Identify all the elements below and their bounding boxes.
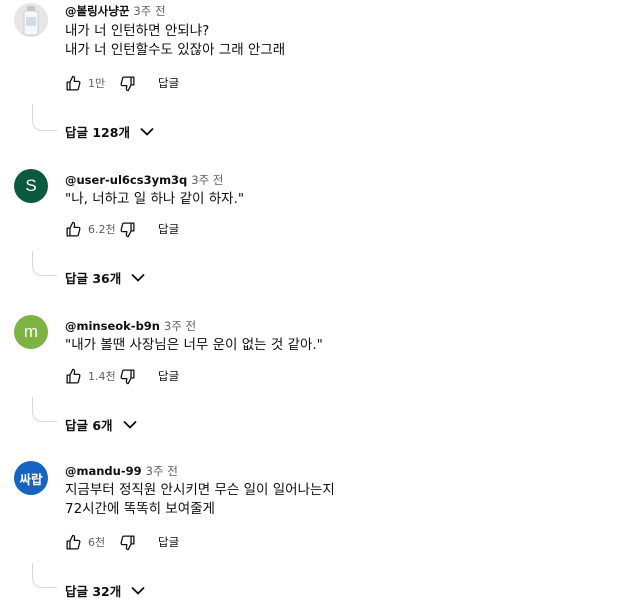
comment-text-line: "나, 너하고 일 하나 같이 하자." xyxy=(65,191,245,207)
thread-line xyxy=(32,251,57,276)
view-replies-button[interactable]: 답글 6개 xyxy=(65,415,137,434)
chevron-down-icon xyxy=(131,273,145,282)
replies-count: 답글 36개 xyxy=(65,271,122,286)
like-count: 1.4천 xyxy=(88,370,116,383)
thumbs-down-icon[interactable] xyxy=(118,220,136,238)
view-replies-button[interactable]: 답글 32개 xyxy=(65,581,145,600)
like-count: 6천 xyxy=(88,536,106,549)
avatar[interactable]: 싸랍 xyxy=(14,461,48,495)
thumbs-up-icon[interactable] xyxy=(64,74,82,92)
avatar-letter: 싸랍 xyxy=(19,472,43,487)
comment-text: "나, 너하고 일 하나 같이 하자." xyxy=(65,190,244,209)
avatar[interactable]: S xyxy=(14,169,48,203)
comment-meta: @minseok-b9n 3주 전 xyxy=(65,318,196,334)
comment-actions: 1.4천 답글 xyxy=(64,366,179,386)
avatar-letter: m xyxy=(23,322,39,341)
thumbs-down-icon[interactable] xyxy=(118,533,136,551)
comment-author[interactable]: @user-ul6cs3ym3q xyxy=(65,173,187,187)
comment-text-line: "내가 볼땐 사장님은 너무 운이 없는 것 같아." xyxy=(65,337,323,353)
thread-line xyxy=(32,397,57,422)
avatar[interactable] xyxy=(14,3,48,37)
comment-text-line: 내가 너 인턴할수도 있잖아 그래 안그래 xyxy=(65,42,286,58)
view-replies-button[interactable]: 답글 128개 xyxy=(65,122,154,141)
comment-text-line: 72시간에 똑똑히 보여줄게 xyxy=(65,501,215,517)
chevron-down-icon xyxy=(122,420,137,429)
avatar-letter: S xyxy=(25,176,37,195)
comment-text: 지금부터 정직원 안시키면 무슨 일이 일어나는지 72시간에 똑똑히 보여줄게 xyxy=(65,481,335,519)
replies-count: 답글 6개 xyxy=(65,418,113,433)
comment-text-line: 지금부터 정직원 안시키면 무슨 일이 일어나는지 xyxy=(65,482,335,498)
thumbs-down-icon[interactable] xyxy=(118,74,136,92)
like-count: 1만 xyxy=(88,77,106,90)
comment-actions: 1만 답글 xyxy=(64,73,179,93)
replies-count: 답글 128개 xyxy=(65,125,130,140)
avatar[interactable]: m xyxy=(14,315,48,349)
thumbs-up-icon[interactable] xyxy=(64,533,82,551)
comment-text-line: 내가 너 인턴하면 안되냐? xyxy=(65,23,210,39)
like-count: 6.2천 xyxy=(88,223,116,236)
comment-text: 내가 너 인턴하면 안되냐? 내가 너 인턴할수도 있잖아 그래 안그래 xyxy=(65,22,285,60)
comment-author[interactable]: @mandu-99 xyxy=(65,464,142,478)
replies-count: 답글 32개 xyxy=(65,584,122,599)
comment-time[interactable]: 3주 전 xyxy=(164,319,196,333)
comment-author[interactable]: @minseok-b9n xyxy=(65,319,160,333)
reply-button[interactable]: 답글 xyxy=(158,368,179,384)
chevron-down-icon xyxy=(131,586,145,595)
thumbs-up-icon[interactable] xyxy=(64,367,82,385)
comment-actions: 6천 답글 xyxy=(64,532,179,552)
comment-meta: @mandu-99 3주 전 xyxy=(65,463,178,479)
reply-button[interactable]: 답글 xyxy=(158,75,179,91)
comment-actions: 6.2천 답글 xyxy=(64,219,179,239)
thread-line xyxy=(32,563,57,588)
avatar-bottle-image xyxy=(14,3,48,37)
comment-meta: @user-ul6cs3ym3q 3주 전 xyxy=(65,172,223,188)
comment-time[interactable]: 3주 전 xyxy=(146,464,178,478)
chevron-down-icon xyxy=(140,127,154,136)
comment-author[interactable]: @볼링사냥꾼 xyxy=(65,4,129,18)
comment-time[interactable]: 3주 전 xyxy=(191,173,223,187)
thumbs-down-icon[interactable] xyxy=(118,367,136,385)
reply-button[interactable]: 답글 xyxy=(158,534,179,550)
thread-line xyxy=(32,104,57,131)
comment-meta: @볼링사냥꾼 3주 전 xyxy=(65,3,166,19)
reply-button[interactable]: 답글 xyxy=(158,221,179,237)
comment-time[interactable]: 3주 전 xyxy=(133,4,165,18)
view-replies-button[interactable]: 답글 36개 xyxy=(65,268,145,287)
comment-text: "내가 볼땐 사장님은 너무 운이 없는 것 같아." xyxy=(65,336,323,355)
thumbs-up-icon[interactable] xyxy=(64,220,82,238)
